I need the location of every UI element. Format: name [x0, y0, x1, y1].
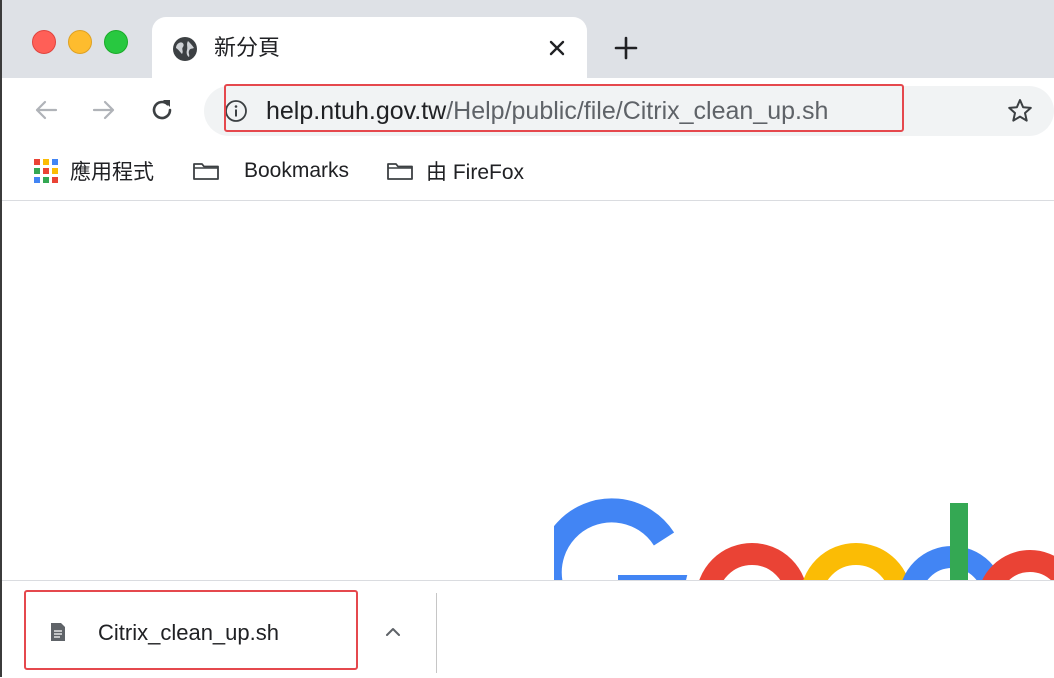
maximize-window-button[interactable]	[104, 30, 128, 54]
plus-icon[interactable]	[612, 34, 640, 62]
bookmark-label: Bookmarks	[244, 159, 350, 182]
apps-grid-icon	[34, 159, 58, 183]
back-arrow-icon[interactable]	[32, 96, 60, 124]
tab-strip: 新分頁	[2, 0, 1054, 78]
tab-title: 新分頁	[214, 35, 281, 60]
bookmark-folder-firefox[interactable]: 由 FireFox	[386, 156, 524, 186]
globe-icon	[173, 37, 197, 61]
page-content	[2, 201, 1054, 581]
bookmark-label: 由 FireFox	[426, 161, 525, 184]
bookmark-apps[interactable]: 應用程式	[34, 156, 154, 186]
reload-icon[interactable]	[148, 96, 176, 124]
url-highlight-box	[224, 84, 904, 132]
bookmarks-bar: 應用程式 Bookmarks 由 FireFox	[2, 142, 1054, 201]
folder-icon	[387, 163, 413, 180]
google-logo	[554, 498, 1054, 581]
shelf-divider	[436, 593, 437, 673]
active-tab[interactable]: 新分頁	[152, 17, 587, 78]
close-window-button[interactable]	[32, 30, 56, 54]
bookmark-label: 應用程式	[70, 161, 154, 184]
download-highlight-box	[24, 590, 358, 670]
minimize-window-button[interactable]	[68, 30, 92, 54]
bookmark-folder-bookmarks[interactable]: Bookmarks	[192, 156, 349, 186]
chevron-up-icon[interactable]	[382, 621, 404, 643]
close-icon[interactable]	[544, 35, 570, 61]
star-icon[interactable]	[1006, 97, 1034, 125]
forward-arrow-icon[interactable]	[90, 96, 118, 124]
folder-icon	[193, 163, 219, 180]
